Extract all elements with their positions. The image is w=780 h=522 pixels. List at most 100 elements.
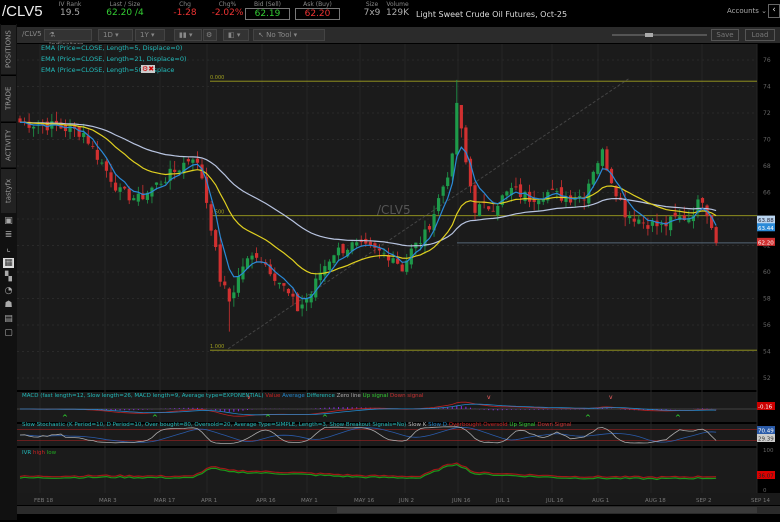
range-value: 1Y <box>140 31 149 39</box>
chg-label: Chg <box>179 1 191 8</box>
study-ema5-label[interactable]: EMA (Price=CLOSE, Length=5, Displace=0) <box>41 44 182 52</box>
candle-body <box>236 276 240 293</box>
date-tick: AUG 1 <box>592 498 609 504</box>
chart-area[interactable]: /CLV5 0.000 0.500 1.000 ^ ^ ^ ^ ^ ^ v v v 76 74 72 70… <box>17 44 780 522</box>
price-tick: 60 <box>763 269 771 276</box>
candle-body <box>118 187 122 192</box>
size-label: Size <box>365 1 379 8</box>
stoch-k-badge: 70.49 <box>758 429 774 435</box>
stoch-legend-k: Slow K <box>408 422 427 428</box>
macd-label: MACD (fast length=12, Slow length=26, MA… <box>22 393 264 399</box>
candle-body <box>255 253 259 258</box>
ivr-legend-low: low <box>46 450 57 456</box>
candle-icon: ▮▮ <box>179 31 187 39</box>
scrollbar-thumb[interactable] <box>337 507 757 513</box>
date-tick: JUN 2 <box>398 498 414 504</box>
price-chart[interactable]: /CLV5 0.0000.5001.000 ^ ^ ^ ^ ^ ^v v v 76747270… <box>17 44 780 520</box>
date-tick: MAY 1 <box>301 498 318 504</box>
candle-body <box>154 182 159 185</box>
candle-body <box>82 132 86 138</box>
candle-body <box>127 188 131 201</box>
price-tick: 66 <box>763 190 771 197</box>
tool-value: No Tool <box>266 31 292 39</box>
price-tick: 52 <box>763 375 771 382</box>
date-tick: JUL 16 <box>545 498 564 504</box>
study-ema21-label[interactable]: EMA (Price=CLOSE, Length=21, Displace=0) <box>41 55 187 63</box>
up-signal-icon: ^ <box>322 414 328 422</box>
study-close-icon[interactable]: ⚙✖ <box>141 65 156 73</box>
candle-body <box>341 244 345 254</box>
drawing-tool-select[interactable]: ↖ No Tool ▾ <box>253 29 325 41</box>
range-select[interactable]: 1Y ▾ <box>135 29 165 41</box>
analysis-icon[interactable]: ⌞ <box>3 244 14 254</box>
tab-trade[interactable]: TRADE <box>1 75 16 121</box>
candle-body <box>164 181 168 183</box>
candle-body <box>218 244 222 282</box>
chg-value: -1.28 <box>173 8 197 18</box>
charts-icon[interactable]: ▦ <box>3 258 14 268</box>
candle-body <box>628 215 632 219</box>
candle-body <box>650 221 655 226</box>
stoch-legend-ob: Overbought <box>448 422 482 428</box>
ivr-top-tick: 100 <box>763 448 774 454</box>
list-icon[interactable]: ≣ <box>3 230 14 240</box>
candle-body <box>623 199 627 218</box>
calculator-icon[interactable]: ▣ <box>3 216 14 226</box>
interval-select[interactable]: 1D ▾ <box>98 29 133 41</box>
candle-body <box>459 104 463 129</box>
calendar-icon[interactable]: ▤ <box>3 314 14 324</box>
down-signal-icon: v <box>609 394 613 401</box>
date-tick: JUL 1 <box>495 498 510 504</box>
candle-body <box>496 205 500 216</box>
macd-badge: -0.16 <box>758 405 773 411</box>
settings-button[interactable]: ⚙ <box>203 29 217 41</box>
up-signal-icon: ^ <box>152 414 158 422</box>
volume-label: Volume <box>386 1 409 8</box>
news-icon[interactable]: ▢ <box>3 328 14 338</box>
macd-legend-value: Value <box>265 393 281 399</box>
date-tick: SEP 14 <box>751 498 771 504</box>
chart-type-select[interactable]: ▮▮ ▾ <box>174 29 202 41</box>
zoom-slider-thumb[interactable] <box>645 33 653 37</box>
date-tick: JUN 16 <box>451 498 471 504</box>
candle-body <box>491 210 495 212</box>
candle-body <box>505 191 509 196</box>
gauge-icon[interactable]: ◔ <box>3 286 14 296</box>
accounts-dropdown[interactable]: Accounts ⌄ <box>727 7 767 15</box>
candle-body <box>518 184 523 198</box>
date-tick: SEP 2 <box>696 498 712 504</box>
candle-body <box>487 206 491 210</box>
candle-body <box>464 127 468 163</box>
date-tick: MAR 3 <box>99 498 117 504</box>
drawing-color-select[interactable]: ◧ ▾ <box>223 29 249 41</box>
candle-body <box>437 198 441 212</box>
collapse-button[interactable]: ‹ <box>768 4 780 18</box>
tab-positions[interactable]: POSITIONS <box>1 24 16 74</box>
candle-body <box>191 159 195 163</box>
grid-icon[interactable]: ▚ <box>3 272 14 282</box>
tab-tastyfx[interactable]: tastyfx <box>1 168 16 213</box>
tab-activity[interactable]: ACTIVITY <box>1 122 16 167</box>
bid-button[interactable]: 62.19 <box>245 8 290 20</box>
fib-label: 0.000 <box>210 75 224 81</box>
save-button[interactable]: Save <box>711 29 739 41</box>
candle-body <box>209 204 213 231</box>
candle-body <box>104 161 109 171</box>
load-button[interactable]: Load <box>745 29 775 41</box>
interval-value: 1D <box>103 31 113 39</box>
quote-header: /CLV5 IV Rank 19.5 Last / Size 62.20 /4 Ch… <box>0 0 780 24</box>
indicators-button[interactable]: ⚗ Indicators <box>44 29 92 49</box>
ivr-bottom-tick: 0 <box>763 488 767 494</box>
ask-button[interactable]: 62.20 <box>295 8 340 20</box>
candle-body <box>391 258 395 263</box>
zoom-slider[interactable] <box>612 33 707 37</box>
up-signal-icon: ^ <box>62 414 68 422</box>
candle-body <box>32 126 36 129</box>
ask-label: Ask (Buy) <box>303 1 332 8</box>
bid-label: Bid (Sell) <box>253 1 281 8</box>
macd-legend-difference: Difference <box>306 393 335 399</box>
candle-body <box>418 242 422 244</box>
candle-body <box>250 255 254 260</box>
date-tick: AUG 18 <box>645 498 666 504</box>
community-icon[interactable]: ☗ <box>3 300 14 310</box>
